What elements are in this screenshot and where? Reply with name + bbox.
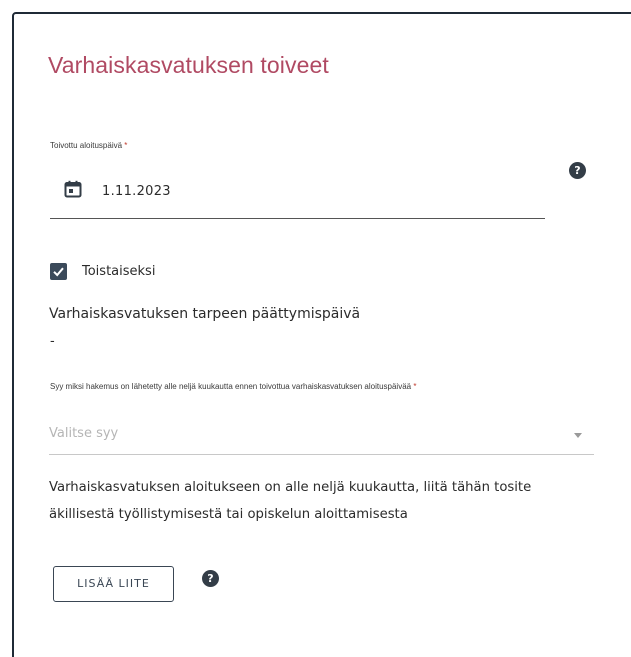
attachment-info-text: Varhaiskasvatuksen aloitukseen on alle n… [49,480,532,522]
calendar-icon[interactable] [64,180,82,198]
end-date-heading: Varhaiskasvatuksen tarpeen päättymispäiv… [49,306,361,322]
attachment-help-icon[interactable]: ? [202,570,219,587]
reason-select[interactable]: Valitse syy [49,419,594,455]
until-further-notice-label[interactable]: Toistaiseksi [82,264,155,279]
add-attachment-button[interactable]: LISÄÄ LIITE [53,566,174,602]
required-mark: * [124,141,128,150]
section-title: Varhaiskasvatuksen toiveet [48,52,329,78]
start-date-label: Toivottu aloituspäivä * [50,140,127,151]
start-date-value[interactable]: 1.11.2023 [102,184,171,199]
chevron-down-icon[interactable] [574,433,582,438]
start-date-field[interactable]: 1.11.2023 [50,164,545,219]
start-date-label-text: Toivottu aloituspäivä [50,141,123,150]
until-further-notice-checkbox[interactable] [50,263,67,280]
reason-label-text: Syy miksi hakemus on lähetetty alle nelj… [50,382,412,391]
checkmark-icon [53,267,64,277]
end-date-value: - [50,334,55,349]
reason-label: Syy miksi hakemus on lähetetty alle nelj… [50,381,520,392]
start-date-help-icon[interactable]: ? [569,162,586,179]
reason-select-placeholder[interactable]: Valitse syy [49,426,118,441]
wishes-card: Varhaiskasvatuksen toiveet Toivottu aloi… [12,12,631,657]
required-mark: * [413,382,417,391]
